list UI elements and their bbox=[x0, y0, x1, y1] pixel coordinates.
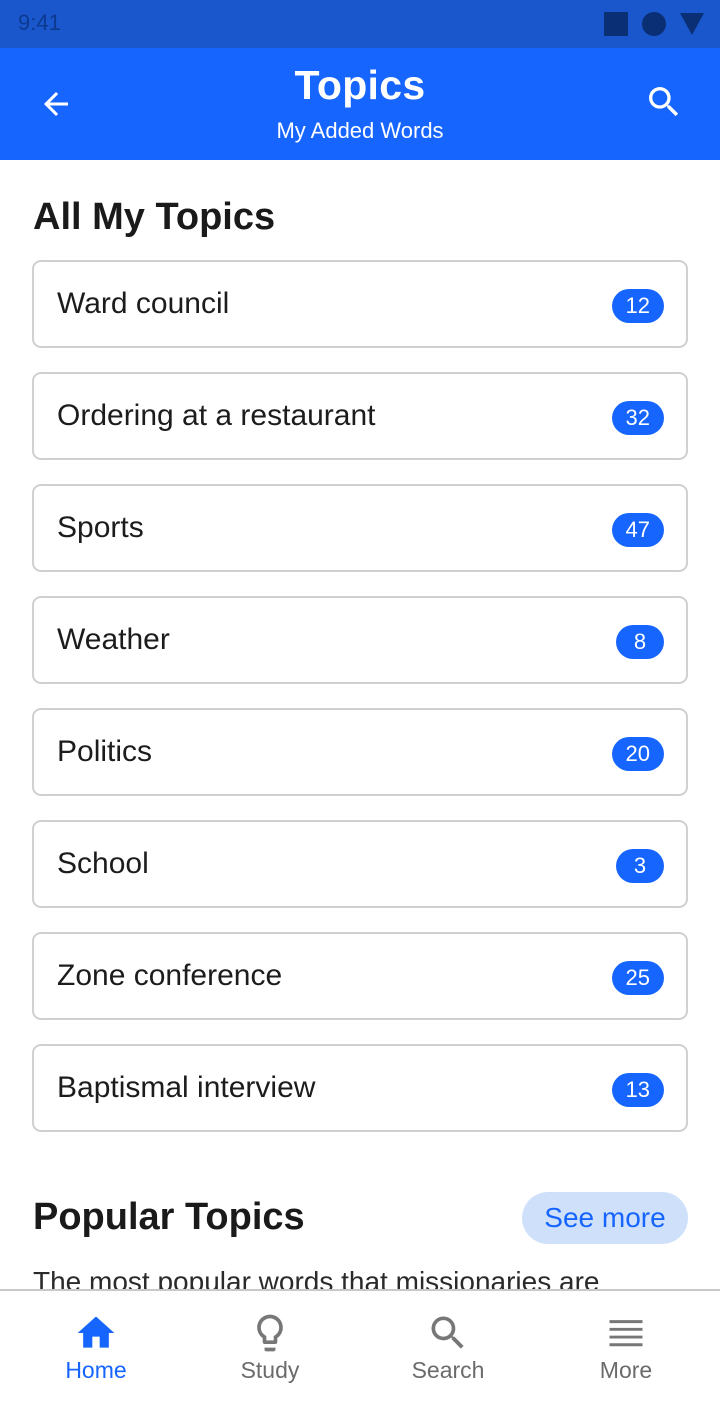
topic-item[interactable]: Ward council 12 bbox=[32, 260, 688, 348]
nav-label: Search bbox=[411, 1357, 485, 1383]
topic-item[interactable]: School 3 bbox=[32, 820, 688, 908]
recent-apps-icon bbox=[604, 12, 628, 36]
page-title: Topics bbox=[294, 62, 426, 108]
menu-icon bbox=[604, 1311, 648, 1355]
topic-list: Ward council 12 Ordering at a restaurant… bbox=[32, 260, 688, 1156]
topic-label: Ordering at a restaurant bbox=[57, 399, 376, 432]
topic-label: School bbox=[57, 847, 149, 880]
lightbulb-icon bbox=[248, 1311, 292, 1355]
status-bar: 9:41 bbox=[0, 0, 720, 48]
topic-item[interactable]: Sports 47 bbox=[32, 484, 688, 572]
nav-label: Home bbox=[65, 1357, 127, 1383]
topic-item[interactable]: Ordering at a restaurant 32 bbox=[32, 372, 688, 460]
topic-count-badge: 32 bbox=[611, 401, 664, 435]
search-button[interactable] bbox=[642, 80, 686, 124]
topic-item[interactable]: Zone conference 25 bbox=[32, 932, 688, 1020]
search-icon bbox=[426, 1311, 470, 1355]
home-icon bbox=[74, 1311, 118, 1355]
status-time: 9:41 bbox=[18, 10, 61, 35]
topic-label: Weather bbox=[57, 623, 170, 656]
topic-label: Politics bbox=[57, 735, 153, 768]
see-more-button[interactable]: See more bbox=[522, 1192, 688, 1244]
topic-item[interactable]: Politics 20 bbox=[32, 708, 688, 796]
back-indicator-icon bbox=[680, 13, 704, 35]
topic-count-badge: 13 bbox=[611, 1073, 664, 1107]
topic-count-badge: 3 bbox=[616, 849, 664, 883]
topic-label: Sports bbox=[57, 511, 144, 544]
topic-label: Ward council bbox=[57, 287, 230, 320]
popular-topics-heading: Popular Topics bbox=[33, 1196, 305, 1238]
page-subtitle: My Added Words bbox=[276, 118, 444, 143]
nav-item-more[interactable]: More bbox=[536, 1291, 716, 1402]
topic-item[interactable]: Baptismal interview 13 bbox=[32, 1044, 688, 1132]
topic-count-badge: 20 bbox=[611, 737, 664, 771]
topic-label: Zone conference bbox=[57, 959, 283, 992]
nav-label: More bbox=[599, 1357, 653, 1383]
all-topics-heading: All My Topics bbox=[33, 196, 276, 238]
topic-count-badge: 47 bbox=[611, 513, 664, 547]
status-icons bbox=[604, 12, 704, 36]
app-bar: Topics My Added Words bbox=[0, 48, 720, 160]
topic-count-badge: 25 bbox=[611, 961, 664, 995]
topic-label: Baptismal interview bbox=[57, 1071, 316, 1104]
nav-item-study[interactable]: Study bbox=[180, 1291, 360, 1402]
topic-count-badge: 8 bbox=[616, 625, 664, 659]
topic-item[interactable]: Weather 8 bbox=[32, 596, 688, 684]
topic-count-badge: 12 bbox=[611, 289, 664, 323]
nav-label: Study bbox=[240, 1357, 300, 1383]
search-icon bbox=[649, 87, 679, 117]
nav-item-search[interactable]: Search bbox=[358, 1291, 538, 1402]
home-indicator-icon bbox=[642, 12, 666, 36]
nav-item-home[interactable]: Home bbox=[6, 1291, 186, 1402]
bottom-nav: Home Study Search More bbox=[0, 1289, 720, 1402]
